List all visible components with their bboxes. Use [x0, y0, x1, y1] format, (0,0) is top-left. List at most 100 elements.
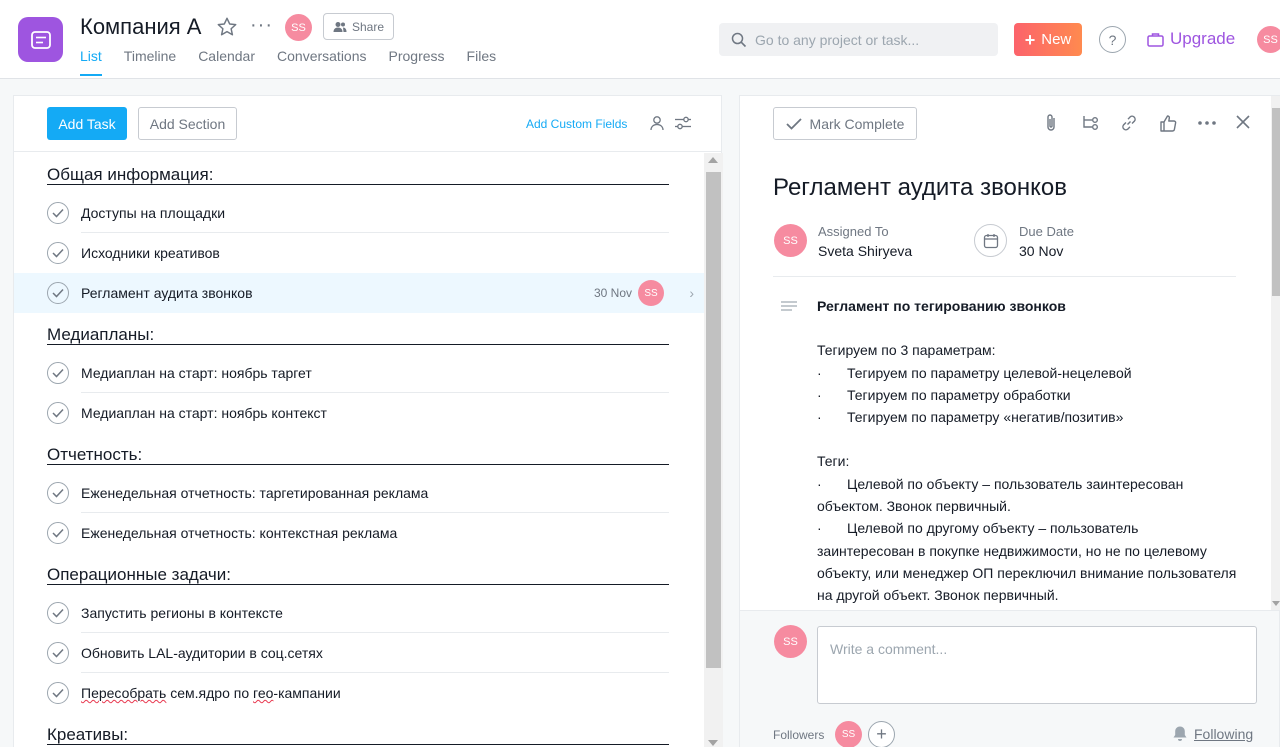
complete-check-icon[interactable]	[47, 682, 69, 704]
section-header[interactable]: Креативы:	[14, 713, 704, 747]
follower-avatar[interactable]: SS	[835, 721, 862, 747]
add-task-button[interactable]: Add Task	[47, 107, 127, 140]
task-name-part: сем.ядро по	[166, 685, 254, 701]
complete-check-icon[interactable]	[47, 642, 69, 664]
scrollbar-thumb[interactable]	[706, 172, 721, 668]
task-row[interactable]: Медиаплан на старт: ноябрь контекст	[14, 393, 704, 433]
thumbs-up-icon[interactable]	[1157, 112, 1178, 133]
complete-check-icon[interactable]	[47, 402, 69, 424]
complete-check-icon[interactable]	[47, 362, 69, 384]
star-icon[interactable]	[216, 16, 240, 40]
description-param: · Тегируем по параметру «негатив/позитив»	[817, 406, 1237, 428]
mark-complete-button[interactable]: Mark Complete	[773, 107, 917, 140]
ellipsis-icon[interactable]	[1196, 112, 1217, 133]
section-title: Креативы:	[47, 725, 129, 744]
help-button[interactable]: ?	[1099, 26, 1126, 53]
scroll-down-arrow-icon[interactable]	[708, 740, 718, 746]
subtask-icon[interactable]	[1079, 112, 1100, 133]
add-section-button[interactable]: Add Section	[138, 107, 237, 140]
task-row[interactable]: Еженедельная отчетность: таргетированная…	[14, 473, 704, 513]
tab-conversations[interactable]: Conversations	[277, 48, 367, 76]
project-title[interactable]: Компания А	[80, 14, 201, 40]
task-row[interactable]: Запустить регионы в контексте	[14, 593, 704, 633]
complete-check-icon[interactable]	[47, 242, 69, 264]
task-name: Регламент аудита звонков	[81, 285, 253, 301]
task-name: Исходники креативов	[81, 245, 220, 261]
section-header[interactable]: Медиапланы:	[14, 313, 704, 353]
user-avatar[interactable]: SS	[1257, 26, 1280, 53]
task-name: Еженедельная отчетность: контекстная рек…	[81, 525, 398, 541]
tab-timeline[interactable]: Timeline	[124, 48, 176, 76]
task-row[interactable]: Еженедельная отчетность: контекстная рек…	[14, 513, 704, 553]
comment-input[interactable]	[830, 641, 1244, 689]
close-icon[interactable]	[1233, 112, 1253, 137]
tab-files[interactable]: Files	[467, 48, 497, 76]
description-tags-label: Теги:	[817, 453, 850, 470]
plus-icon: +	[1024, 29, 1036, 50]
scroll-up-arrow-icon[interactable]	[708, 157, 718, 163]
paperclip-icon[interactable]	[1040, 112, 1061, 133]
complete-check-icon[interactable]	[47, 522, 69, 544]
tab-progress[interactable]: Progress	[389, 48, 445, 76]
task-row-selected[interactable]: Регламент аудита звонков 30 Nov SS ›	[14, 273, 704, 313]
more-options-icon[interactable]: ···	[250, 14, 273, 37]
due-date-value[interactable]: 30 Nov	[1019, 243, 1063, 259]
detail-actions	[1040, 112, 1217, 133]
task-detail-panel: Mark Complete Регламент аудита звонков S…	[739, 95, 1280, 747]
detail-divider	[773, 276, 1236, 277]
task-row[interactable]: Пересобрать сем.ядро по гео-кампании	[14, 673, 704, 713]
scroll-down-arrow-icon[interactable]	[1272, 601, 1280, 606]
following-toggle[interactable]: Following	[1172, 725, 1253, 742]
task-meta: 30 Nov SS	[594, 280, 664, 306]
task-row[interactable]: Обновить LAL-аудитории в соц.сетях	[14, 633, 704, 673]
section-title: Общая информация:	[47, 165, 214, 184]
complete-check-icon[interactable]	[47, 482, 69, 504]
upgrade-button[interactable]: Upgrade	[1147, 29, 1235, 49]
search-bar[interactable]	[719, 23, 998, 56]
section-header[interactable]: Общая информация:	[14, 153, 704, 193]
search-input[interactable]	[755, 31, 985, 48]
task-row[interactable]: Медиаплан на старт: ноябрь таргет	[14, 353, 704, 393]
person-icon[interactable]	[649, 115, 665, 136]
link-icon[interactable]	[1118, 112, 1139, 133]
detail-scrollbar[interactable]	[1271, 96, 1280, 610]
chevron-right-icon[interactable]: ›	[689, 285, 694, 301]
add-follower-button[interactable]: +	[868, 721, 895, 747]
section-header[interactable]: Операционные задачи:	[14, 553, 704, 593]
task-due-date: 30 Nov	[593, 286, 632, 300]
assignee-name[interactable]: Sveta Shiryeva	[818, 243, 912, 259]
tab-list[interactable]: List	[80, 48, 102, 76]
description-param: · Тегируем по параметру целевой-нецелевой	[817, 362, 1237, 384]
add-custom-fields-link[interactable]: Add Custom Fields	[526, 117, 627, 131]
share-button[interactable]: Share	[323, 13, 394, 40]
member-avatar[interactable]: SS	[285, 14, 312, 41]
description-heading: Регламент по тегированию звонков	[817, 298, 1066, 314]
filter-sliders-icon[interactable]	[674, 115, 692, 136]
complete-check-icon[interactable]	[47, 202, 69, 224]
param-text: Тегируем по параметру «негатив/позитив»	[847, 409, 1124, 426]
task-assignee-avatar[interactable]: SS	[638, 280, 664, 306]
task-title[interactable]: Регламент аудита звонков	[773, 174, 1067, 202]
assignee-avatar[interactable]: SS	[774, 224, 807, 257]
list-scrollbar[interactable]	[704, 153, 723, 747]
description-param: · Тегируем по параметру обработки	[817, 384, 1237, 406]
bullet: ·	[817, 364, 822, 381]
new-label: New	[1041, 31, 1072, 48]
people-icon	[333, 21, 347, 32]
complete-check-icon[interactable]	[47, 602, 69, 624]
scrollbar-thumb[interactable]	[1272, 108, 1280, 296]
task-row[interactable]: Исходники креативов	[14, 233, 704, 273]
section-header[interactable]: Отчетность:	[14, 433, 704, 473]
bullet: ·	[817, 520, 822, 537]
complete-check-icon[interactable]	[47, 282, 69, 304]
new-button[interactable]: + New	[1014, 23, 1082, 56]
comment-box[interactable]	[817, 626, 1257, 704]
task-description[interactable]: Регламент по тегированию звонков Тегируе…	[817, 295, 1237, 607]
calendar-icon[interactable]	[974, 224, 1007, 257]
project-list-icon[interactable]	[18, 17, 63, 62]
tab-calendar[interactable]: Calendar	[198, 48, 255, 76]
task-row[interactable]: Доступы на площадки	[14, 193, 704, 233]
section-title: Медиапланы:	[47, 325, 155, 344]
section-title: Операционные задачи:	[47, 565, 231, 584]
